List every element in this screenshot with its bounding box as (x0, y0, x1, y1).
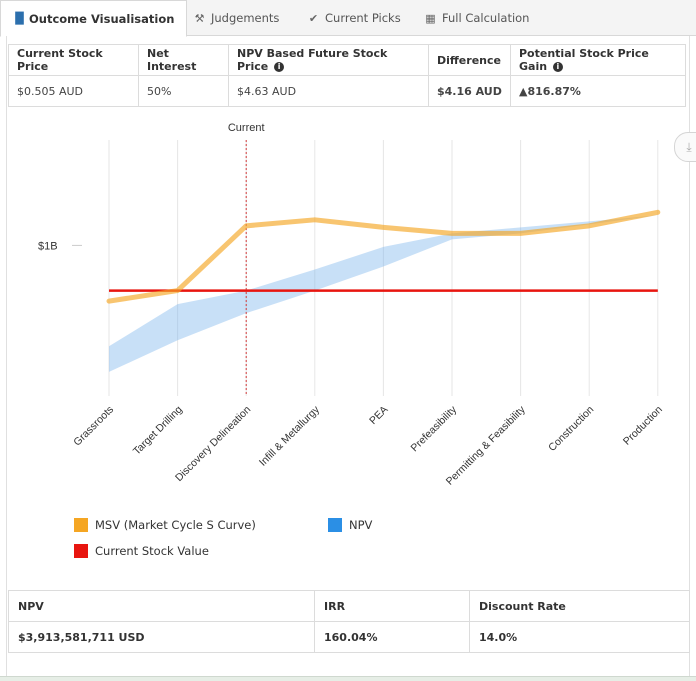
legend-swatch (74, 544, 88, 558)
difference-value: $4.16 AUD (428, 75, 511, 107)
legend-label: Current Stock Value (95, 544, 209, 558)
npv-value-row: $3,913,581,711 USD 160.04% 14.0% (8, 621, 690, 653)
bottom-bar (0, 676, 696, 681)
tab-label: Judgements (211, 11, 280, 25)
legend-item-npv[interactable]: NPV (328, 518, 372, 532)
legend-swatch (74, 518, 88, 532)
header-npv-future-price: NPV Based Future Stock Price i (228, 44, 429, 76)
tab-current-picks[interactable]: ✔ Current Picks (307, 0, 401, 36)
tab-full-calculation[interactable]: ▦ Full Calculation (424, 0, 529, 36)
current-marker-label: Current (228, 122, 265, 134)
summary-table: Current Stock Price Net Interest NPV Bas… (8, 44, 686, 107)
x-tick-label: Construction (546, 404, 596, 454)
header-net-interest: Net Interest (138, 44, 229, 76)
irr-value: 160.04% (314, 621, 470, 653)
summary-header-row: Current Stock Price Net Interest NPV Bas… (8, 44, 686, 76)
net-interest-value: 50% (138, 75, 229, 107)
npv-value: $3,913,581,711 USD (8, 621, 315, 653)
x-tick-label: Prefeasibility (409, 403, 460, 454)
outcome-chart: $1B Current Grassroots Target Drilling Disco… (0, 110, 696, 510)
header-label: NPV Based Future Stock Price (237, 47, 388, 73)
x-tick-label: Production (621, 404, 665, 448)
header-irr: IRR (314, 590, 470, 622)
x-tick-label: PEA (367, 404, 390, 427)
calculator-icon: ▦ (425, 11, 436, 25)
legend-label: MSV (Market Cycle S Curve) (95, 518, 256, 532)
download-icon[interactable]: ⤓ (674, 132, 696, 162)
npv-header-row: NPV IRR Discount Rate (8, 590, 690, 622)
legend-item-current-stock-value[interactable]: Current Stock Value (74, 544, 209, 558)
x-tick-label: Infill & Metallurgy (257, 403, 323, 469)
tab-label: Current Picks (325, 11, 401, 25)
info-icon[interactable]: i (274, 62, 285, 72)
x-tick-label: Grassroots (71, 404, 116, 449)
tab-outcome-visualisation[interactable]: ▐▌ Outcome Visualisation (0, 0, 188, 37)
x-tick-label: Permitting & Feasibility (444, 403, 529, 488)
header-npv: NPV (8, 590, 315, 622)
gavel-icon: ⚒ (194, 11, 205, 25)
bar-chart-icon: ▐▌ (11, 12, 28, 25)
npv-future-price-value: $4.63 AUD (228, 75, 429, 107)
discount-rate-value: 14.0% (469, 621, 690, 653)
header-difference: Difference (428, 44, 511, 76)
header-discount-rate: Discount Rate (469, 590, 690, 622)
tab-bar: ▐▌ Outcome Visualisation ⚒ Judgements ✔ … (0, 0, 696, 37)
check-icon: ✔ (308, 11, 319, 25)
current-stock-price-value: $0.505 AUD (8, 75, 139, 107)
tab-judgements[interactable]: ⚒ Judgements (193, 0, 280, 36)
header-current-stock-price: Current Stock Price (8, 44, 139, 76)
potential-gain-value: ▲816.87% (510, 75, 686, 107)
legend-swatch (328, 518, 342, 532)
y-tick-label: $1B (38, 240, 58, 252)
info-icon[interactable]: i (552, 62, 563, 72)
tab-label: Outcome Visualisation (29, 11, 175, 26)
summary-value-row: $0.505 AUD 50% $4.63 AUD $4.16 AUD ▲816.… (8, 75, 686, 107)
header-potential-gain: Potential Stock Price Gain i (510, 44, 686, 76)
chart-svg: $1B Current Grassroots Target DrillingDisco… (38, 122, 665, 488)
x-tick-label: Target Drilling (131, 404, 185, 458)
npv-table: NPV IRR Discount Rate $3,913,581,711 USD… (8, 590, 690, 653)
legend-label: NPV (349, 518, 373, 532)
legend-item-msv[interactable]: MSV (Market Cycle S Curve) (74, 518, 256, 532)
x-tick-label: Discovery Delineation (173, 404, 253, 484)
tab-label: Full Calculation (442, 11, 530, 25)
header-label: Potential Stock Price Gain (519, 47, 649, 73)
